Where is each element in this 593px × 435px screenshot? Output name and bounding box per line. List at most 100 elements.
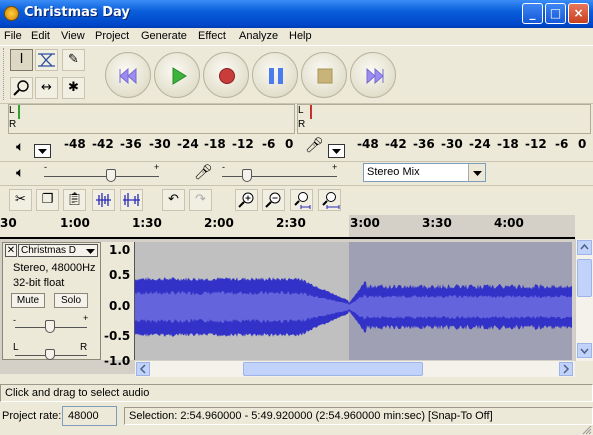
trim-icon[interactable] [92, 189, 115, 211]
scroll-left-icon[interactable] [136, 362, 150, 376]
redo-icon[interactable]: ↷ [189, 189, 212, 211]
pan-slider[interactable] [45, 349, 55, 360]
record-scale-label: -48 [357, 137, 379, 151]
resize-grip-icon[interactable] [580, 423, 592, 435]
mixer-toolbar [0, 161, 593, 185]
output-volume-icon: 🔈︎ [16, 164, 25, 180]
playback-meter-dropdown[interactable] [34, 144, 51, 158]
zoom-out-icon[interactable] [262, 189, 285, 211]
track-menu-button[interactable]: Christmas D [18, 244, 98, 257]
menu-generate[interactable]: Generate [141, 30, 187, 42]
timeline-selection-highlight [349, 215, 575, 239]
playback-scale-label: -18 [204, 137, 226, 151]
solo-button[interactable]: Solo [54, 293, 88, 308]
record-meter-left-bar [310, 105, 312, 119]
playback-scale-label: 0 [285, 137, 294, 151]
input-source-value: Stereo Mix [367, 166, 420, 178]
maximize-button[interactable]: □ [545, 3, 566, 24]
track-close-icon[interactable]: ✕ [5, 244, 17, 257]
paste-icon[interactable]: 📋︎ [63, 189, 86, 211]
chevron-down-icon [86, 249, 95, 254]
multi-tool-icon[interactable]: ✱ [62, 77, 85, 99]
amplitude-label: -0.5 [104, 329, 131, 343]
mute-button[interactable]: Mute [11, 293, 45, 308]
timeline-tick-label: 4:00 [494, 216, 524, 230]
record-scale-label: 0 [578, 137, 587, 151]
ruler-corner [575, 215, 593, 239]
record-scale-label: -6 [555, 137, 569, 151]
pan-right-label: R [80, 342, 88, 353]
playback-scale-label: -6 [262, 137, 276, 151]
timeline-tick-label: 2:00 [204, 216, 234, 230]
fit-project-icon[interactable] [318, 189, 341, 211]
input-volume-slider[interactable] [242, 169, 252, 182]
record-scale-label: -36 [413, 137, 435, 151]
record-meter[interactable] [297, 104, 591, 134]
skip-to-start-button[interactable] [105, 52, 151, 98]
close-button[interactable]: × [568, 3, 589, 24]
play-button[interactable] [154, 52, 200, 98]
fit-selection-icon[interactable] [290, 189, 313, 211]
amplitude-label: -1.0 [104, 354, 131, 368]
playback-scale-label: -36 [120, 137, 142, 151]
menu-view[interactable]: View [61, 30, 85, 42]
zoom-in-icon[interactable] [235, 189, 258, 211]
zoom-tool-icon[interactable] [10, 77, 33, 99]
scroll-up-icon[interactable] [577, 240, 592, 255]
output-slider-minus: - [44, 162, 47, 172]
gain-slider[interactable] [45, 320, 55, 333]
skip-to-end-button[interactable] [350, 52, 396, 98]
amplitude-label: 0.5 [109, 268, 131, 282]
record-button[interactable] [203, 52, 249, 98]
playback-meter[interactable] [8, 104, 295, 134]
microphone-icon[interactable]: 🎤︎ [305, 136, 324, 154]
menu-analyze[interactable]: Analyze [239, 30, 278, 42]
output-volume-slider[interactable] [106, 169, 116, 182]
menu-help[interactable]: Help [289, 30, 312, 42]
menu-project[interactable]: Project [95, 30, 129, 42]
envelope-tool-icon[interactable] [35, 49, 58, 71]
input-source-select[interactable]: Stereo Mix [363, 163, 486, 182]
project-rate-label: Project rate: [2, 410, 62, 422]
minimize-button[interactable]: _ [522, 3, 543, 24]
pause-button[interactable] [252, 52, 298, 98]
track-format: Stereo, 48000Hz [13, 262, 96, 274]
stop-button[interactable] [301, 52, 347, 98]
silence-icon[interactable] [120, 189, 143, 211]
record-scale-label: -30 [441, 137, 463, 151]
undo-icon[interactable]: ↶ [162, 189, 185, 211]
playback-meter-left-bar [18, 105, 20, 119]
cut-icon[interactable]: ✂ [9, 189, 32, 211]
menu-effect[interactable]: Effect [198, 30, 226, 42]
amplitude-label: 0.0 [109, 299, 131, 313]
playback-scale-label: -12 [232, 137, 254, 151]
amplitude-ruler[interactable]: 1.0 0.5 0.0 -0.5 -1.0 [101, 242, 135, 368]
timeline-tick-label: 2:30 [276, 216, 306, 230]
record-meter-dropdown[interactable] [328, 144, 345, 158]
horizontal-scroll-thumb[interactable] [243, 362, 423, 376]
vertical-scrollbar[interactable] [575, 239, 593, 361]
menu-file[interactable]: File [4, 30, 22, 42]
copy-icon[interactable]: ❐ [36, 189, 59, 211]
title-bar: Christmas Day _ □ × [0, 0, 593, 28]
menu-edit[interactable]: Edit [31, 30, 50, 42]
scroll-down-icon[interactable] [577, 343, 592, 358]
draw-tool-icon[interactable]: ✎ [62, 49, 85, 71]
time-shift-tool-icon[interactable]: ↔ [35, 77, 58, 99]
project-rate-input[interactable]: 48000 [62, 406, 117, 426]
speaker-icon[interactable]: 🔈︎ [16, 138, 24, 155]
gain-minus-label: - [13, 315, 16, 325]
vertical-scroll-thumb[interactable] [577, 259, 592, 297]
input-slider-plus: + [332, 162, 338, 172]
waveform-display[interactable] [135, 242, 572, 360]
record-meter-right-label: R [298, 119, 306, 130]
gain-plus-label: + [83, 313, 89, 323]
horizontal-scrollbar[interactable] [135, 361, 575, 377]
scroll-right-icon[interactable] [559, 362, 573, 376]
selection-tool-icon[interactable]: I [10, 49, 33, 71]
menu-bar: File Edit View Project Generate Effect A… [0, 28, 593, 45]
waveform-svg [135, 242, 572, 360]
chevron-down-icon[interactable] [468, 164, 485, 181]
pan-left-label: L [13, 342, 19, 353]
toolbar-grip[interactable] [3, 48, 6, 100]
